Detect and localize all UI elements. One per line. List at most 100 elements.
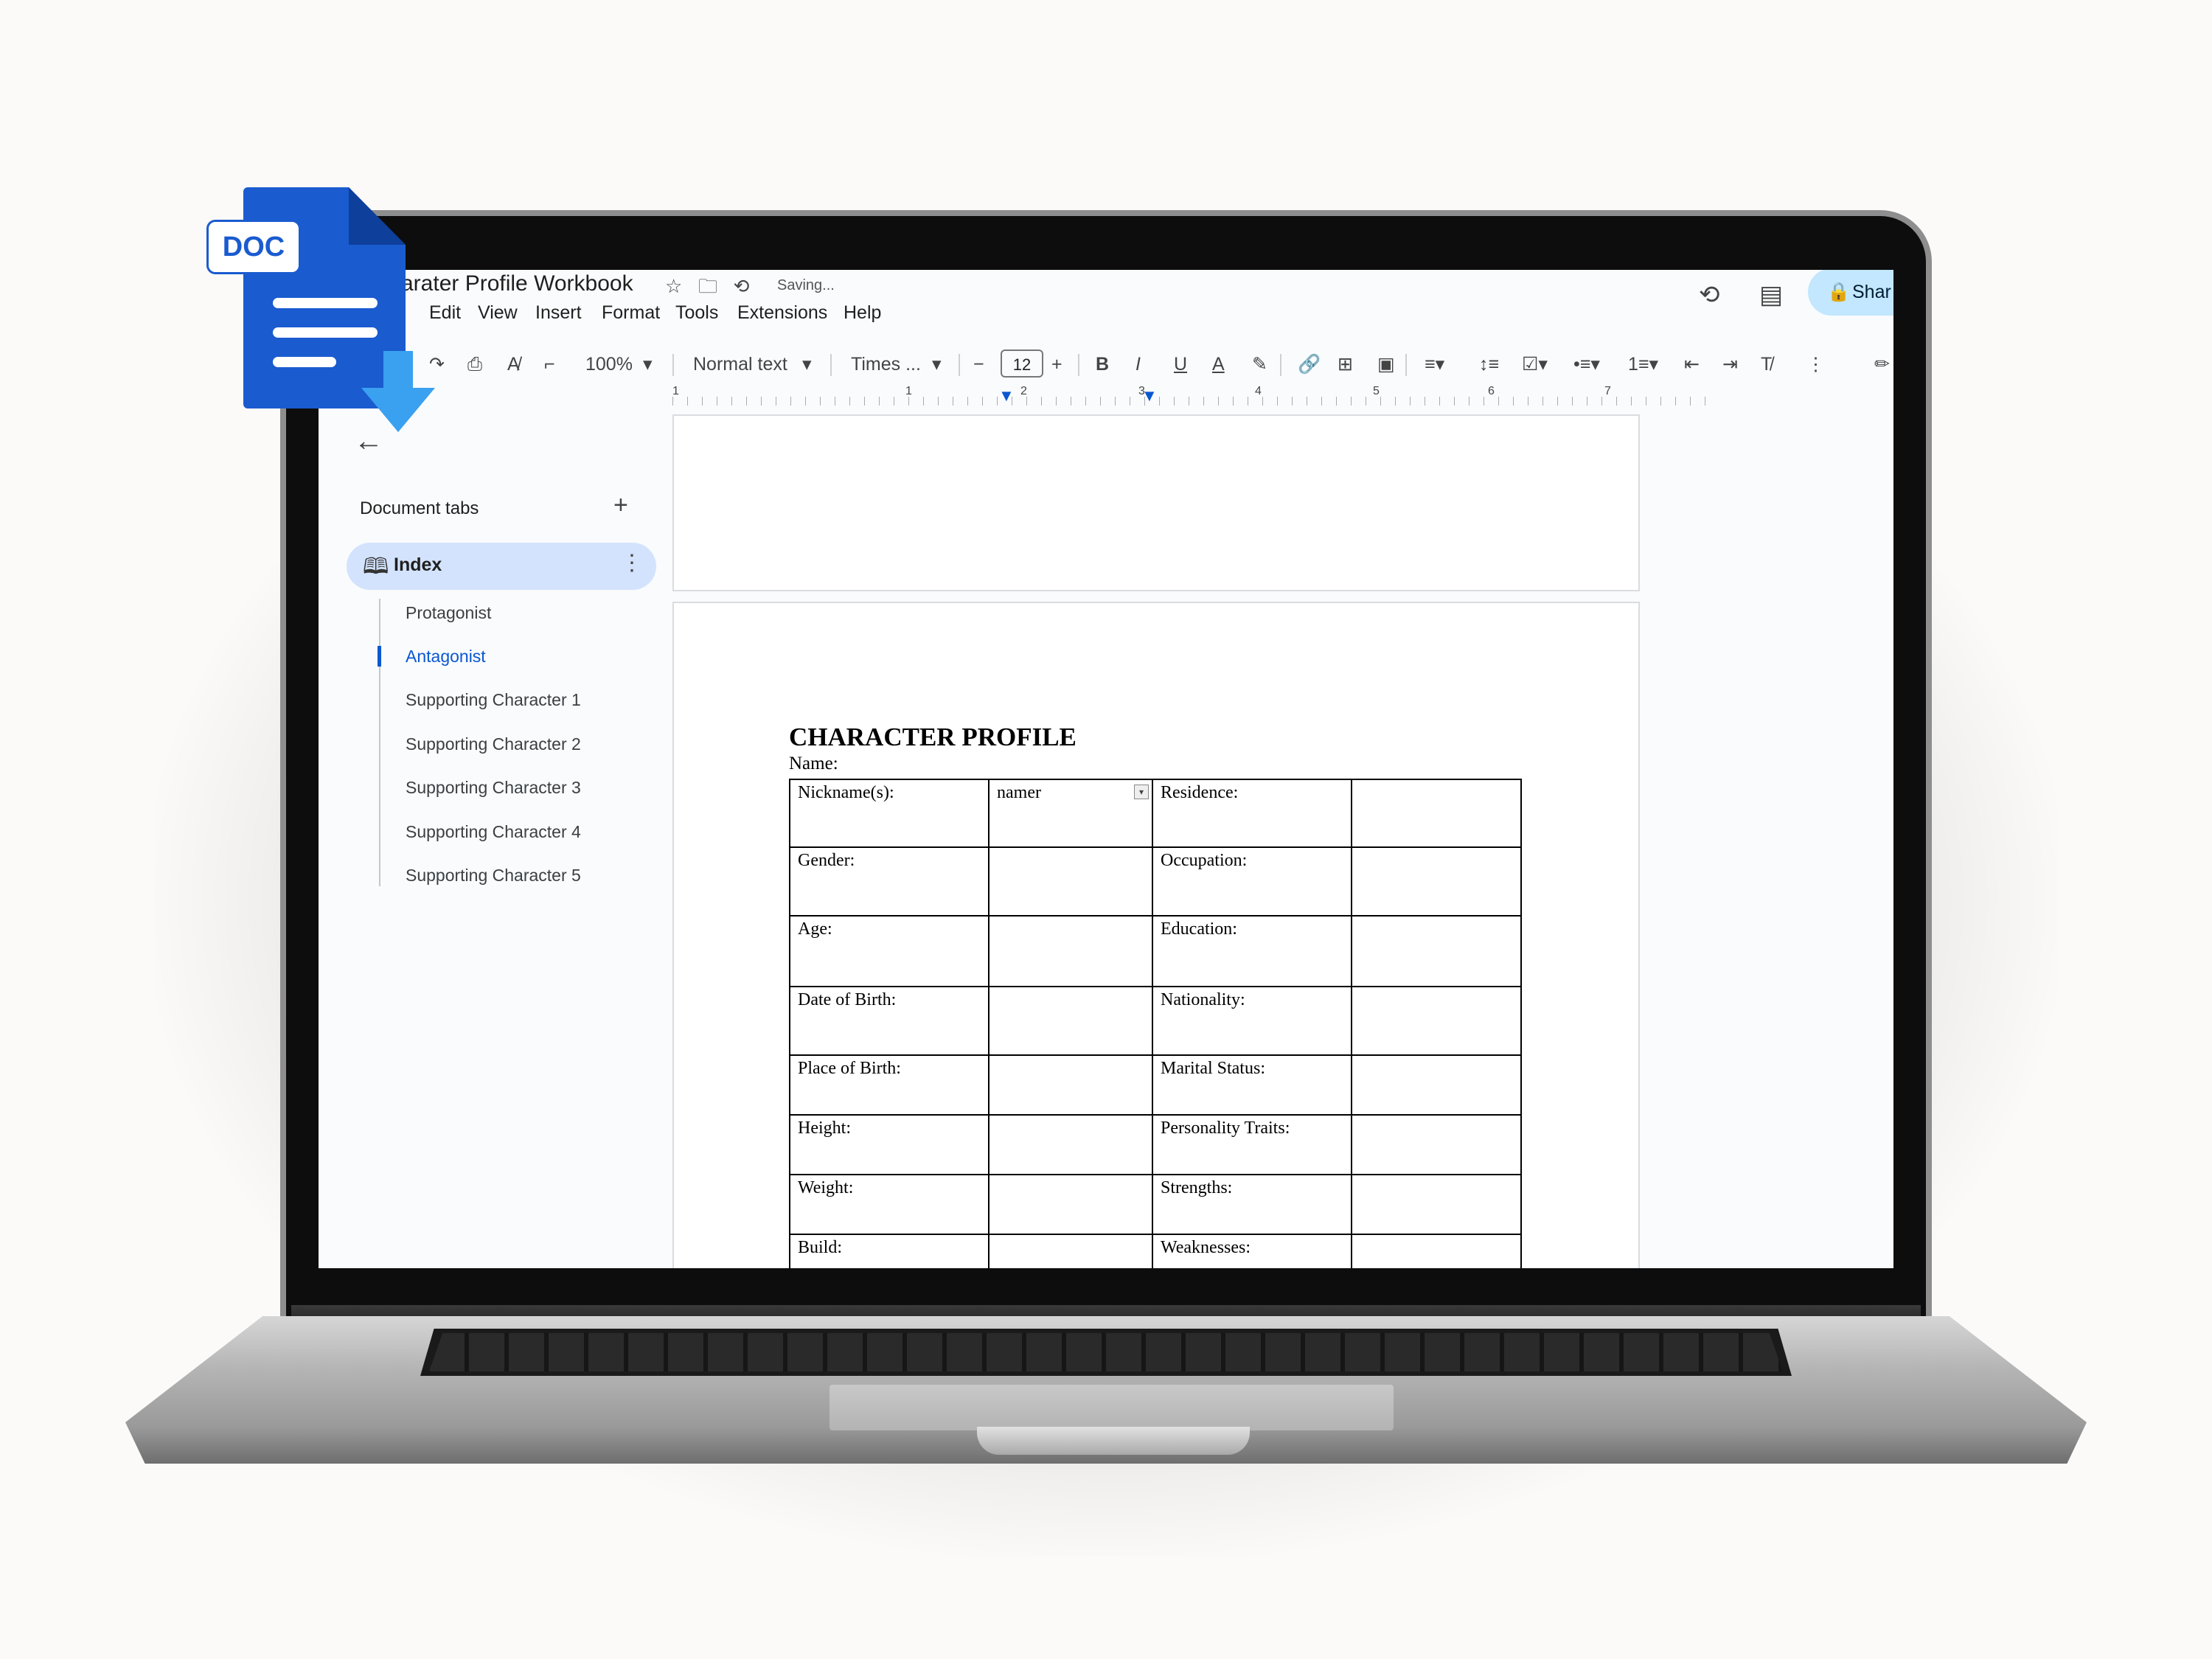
- print-icon[interactable]: ⎙: [467, 347, 482, 382]
- table-cell[interactable]: Gender:: [789, 846, 990, 917]
- table-cell[interactable]: Height:: [789, 1114, 990, 1175]
- increase-indent-icon[interactable]: ⇥: [1722, 347, 1738, 382]
- table-cell[interactable]: Strengths:: [1152, 1174, 1352, 1235]
- chevron-down-icon[interactable]: ▾: [643, 347, 653, 382]
- checklist-icon[interactable]: ☑▾: [1522, 347, 1548, 382]
- divider: [1405, 354, 1407, 376]
- table-cell[interactable]: Marital Status:: [1152, 1054, 1352, 1116]
- numbered-list-icon[interactable]: 1≡▾: [1628, 347, 1658, 382]
- add-comment-icon[interactable]: ⊞: [1338, 347, 1353, 382]
- table-cell[interactable]: Nationality:: [1152, 986, 1352, 1056]
- insert-image-icon[interactable]: ▣: [1377, 347, 1395, 382]
- right-indent-marker-icon[interactable]: ▼: [1141, 386, 1158, 406]
- underline-icon[interactable]: U: [1174, 347, 1187, 382]
- table-cell[interactable]: [988, 1234, 1153, 1268]
- table-cell[interactable]: [1351, 1054, 1522, 1116]
- table-cell[interactable]: Build:: [789, 1234, 990, 1268]
- profile-table: Nickname(s): namer ▾ Residence: Gender: …: [789, 779, 1522, 1268]
- toolbar: ↷ ⎙ A̸ ⌐ 100% ▾ Normal text ▾ Times ... …: [319, 347, 1893, 382]
- history-icon[interactable]: ⟲: [1699, 280, 1720, 310]
- clear-formatting-icon[interactable]: T̸: [1761, 347, 1772, 382]
- move-folder-icon[interactable]: 🗀: [698, 275, 717, 297]
- ruler[interactable]: 1 1 2 3 4 5 6 7 ▼ ▼: [672, 385, 1712, 407]
- table-row: Place of Birth: Marital Status:: [789, 1054, 1522, 1116]
- tab-tree-line: [379, 599, 380, 886]
- table-cell[interactable]: [1351, 846, 1522, 917]
- table-cell[interactable]: Weaknesses:: [1152, 1234, 1352, 1268]
- table-cell[interactable]: [1351, 1114, 1522, 1175]
- table-cell[interactable]: [988, 1054, 1153, 1116]
- increase-font-icon[interactable]: +: [1051, 347, 1062, 382]
- tab-supporting-character-4[interactable]: Supporting Character 4: [406, 822, 581, 842]
- table-cell[interactable]: [988, 1114, 1153, 1175]
- previous-page[interactable]: [672, 414, 1640, 591]
- table-cell[interactable]: [988, 846, 1153, 917]
- tab-supporting-character-1[interactable]: Supporting Character 1: [406, 690, 581, 710]
- menu-insert[interactable]: Insert: [535, 302, 582, 324]
- nickname-value-cell[interactable]: namer ▾: [988, 779, 1153, 848]
- tab-antagonist[interactable]: Antagonist: [406, 647, 486, 667]
- table-cell[interactable]: Personality Traits:: [1152, 1114, 1352, 1175]
- decrease-font-icon[interactable]: −: [973, 347, 984, 382]
- line-spacing-icon[interactable]: ↕≡: [1479, 347, 1499, 382]
- table-cell[interactable]: Education:: [1152, 915, 1352, 987]
- table-cell[interactable]: Date of Birth:: [789, 986, 990, 1056]
- link-icon[interactable]: 🔗: [1298, 347, 1321, 382]
- spellcheck-icon[interactable]: A̸: [507, 347, 520, 382]
- more-options-icon[interactable]: ⋮: [1806, 347, 1825, 382]
- chevron-down-icon[interactable]: ▾: [802, 347, 812, 382]
- table-cell[interactable]: Weight:: [789, 1174, 990, 1235]
- table-cell[interactable]: [988, 986, 1153, 1056]
- tab-supporting-character-2[interactable]: Supporting Character 2: [406, 734, 581, 754]
- edit-mode-icon[interactable]: ✏: [1874, 347, 1890, 382]
- table-row: Nickname(s): namer ▾ Residence:: [789, 779, 1522, 848]
- menu-format[interactable]: Format: [602, 302, 660, 324]
- highlight-icon[interactable]: ✎: [1252, 347, 1267, 382]
- tab-index[interactable]: [347, 543, 656, 590]
- menu-view[interactable]: View: [478, 302, 518, 324]
- style-select[interactable]: Normal text: [693, 347, 787, 382]
- menu-tools[interactable]: Tools: [675, 302, 718, 324]
- table-cell[interactable]: [1351, 915, 1522, 987]
- zoom-select[interactable]: 100%: [585, 347, 633, 382]
- table-cell[interactable]: Residence:: [1152, 779, 1352, 848]
- table-cell[interactable]: Nickname(s):: [789, 779, 990, 848]
- font-size-input[interactable]: 12: [1001, 349, 1043, 378]
- menu-extensions[interactable]: Extensions: [737, 302, 827, 324]
- bold-icon[interactable]: B: [1096, 347, 1109, 382]
- text-color-icon[interactable]: A: [1212, 347, 1225, 382]
- tab-protagonist[interactable]: Protagonist: [406, 603, 491, 623]
- bulleted-list-icon[interactable]: •≡▾: [1573, 347, 1600, 382]
- table-cell[interactable]: [1351, 1174, 1522, 1235]
- menu-edit[interactable]: Edit: [429, 302, 461, 324]
- share-button[interactable]: 🔒 Shar: [1808, 270, 1893, 316]
- table-cell[interactable]: [1351, 779, 1522, 848]
- dropdown-chip-icon[interactable]: ▾: [1134, 785, 1149, 799]
- table-cell[interactable]: [988, 915, 1153, 987]
- comments-icon[interactable]: ▤: [1759, 280, 1783, 310]
- decrease-indent-icon[interactable]: ⇤: [1684, 347, 1700, 382]
- star-icon[interactable]: ☆: [665, 275, 682, 297]
- menu-help[interactable]: Help: [844, 302, 881, 324]
- tab-supporting-character-3[interactable]: Supporting Character 3: [406, 778, 581, 798]
- table-cell[interactable]: [1351, 1234, 1522, 1268]
- italic-icon[interactable]: I: [1135, 347, 1141, 382]
- more-options-icon[interactable]: ⋮: [621, 550, 643, 576]
- table-cell[interactable]: Occupation:: [1152, 846, 1352, 917]
- chevron-down-icon[interactable]: ▾: [932, 347, 942, 382]
- align-icon[interactable]: ≡▾: [1425, 347, 1444, 382]
- table-cell[interactable]: Age:: [789, 915, 990, 987]
- font-select[interactable]: Times ...: [851, 347, 921, 382]
- tab-supporting-character-5[interactable]: Supporting Character 5: [406, 866, 581, 886]
- document-tabs-header: Document tabs: [360, 498, 479, 518]
- document-title[interactable]: arater Profile Workbook: [401, 271, 633, 296]
- table-cell[interactable]: [1351, 986, 1522, 1056]
- table-cell[interactable]: [988, 1174, 1153, 1235]
- paint-format-icon[interactable]: ⌐: [544, 347, 555, 382]
- add-tab-icon[interactable]: +: [613, 491, 628, 520]
- divider: [1280, 354, 1281, 376]
- book-icon: 🕮: [363, 554, 389, 579]
- table-cell[interactable]: Place of Birth:: [789, 1054, 990, 1116]
- table-row: Age: Education:: [789, 915, 1522, 987]
- indent-marker-icon[interactable]: ▼: [998, 386, 1015, 406]
